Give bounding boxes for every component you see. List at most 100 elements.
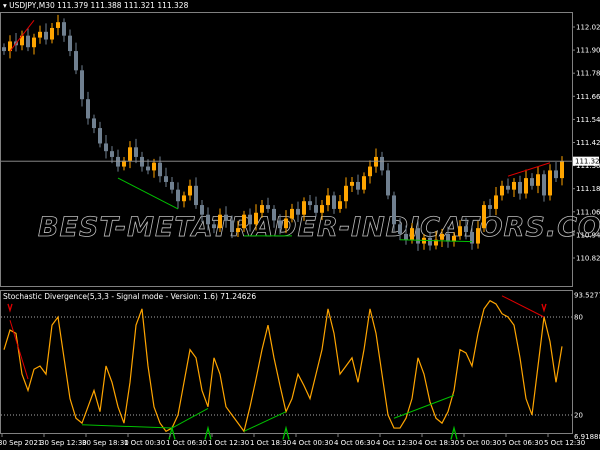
- candle-body: [362, 176, 366, 190]
- current-price-label: 111.328: [575, 158, 600, 166]
- indicator-title: Stochastic Divergence(5,3,3 - Signal mod…: [3, 292, 257, 301]
- candle-body: [494, 195, 498, 209]
- price-tick-label: 111.905: [576, 47, 600, 55]
- candle-body: [134, 147, 138, 157]
- candle-body: [482, 205, 486, 229]
- candle-body: [164, 176, 168, 182]
- price-tick-label: 111.665: [576, 93, 600, 101]
- candle-body: [314, 205, 318, 213]
- candle-body: [104, 143, 108, 152]
- candle-body: [440, 233, 444, 240]
- candle-body: [458, 226, 462, 236]
- candle-body: [284, 218, 288, 229]
- candle-body: [38, 31, 42, 38]
- candle-body: [278, 220, 282, 229]
- candle-body: [500, 185, 504, 196]
- candle-body: [218, 214, 222, 229]
- time-tick-label: 1 Oct 06:30: [166, 439, 207, 447]
- ohlc-values: 111.379 111.388 111.321 111.328: [57, 1, 189, 10]
- candle-body: [320, 205, 324, 213]
- candle-body: [302, 201, 306, 215]
- candle-body: [74, 51, 78, 71]
- candle-body: [404, 233, 408, 240]
- candle-body: [44, 31, 48, 40]
- time-tick-label: 1 Oct 12:30: [208, 439, 249, 447]
- candle-body: [374, 156, 378, 167]
- candle-body: [158, 162, 162, 177]
- candle-body: [68, 35, 72, 52]
- price-tick-label: 111.425: [576, 139, 600, 147]
- price-tick-label: 110.825: [576, 255, 600, 263]
- candle-body: [200, 205, 204, 215]
- candle-body: [110, 151, 114, 157]
- candle-body: [512, 181, 516, 190]
- stochastic-tick-label: 20: [574, 411, 583, 419]
- candle-body: [242, 214, 246, 229]
- time-tick-label: 4 Oct 00:30: [292, 439, 333, 447]
- price-divergence-lines: [9, 19, 551, 243]
- candle-body: [410, 228, 414, 240]
- candle-body: [140, 156, 144, 167]
- candle-body: [212, 224, 216, 229]
- chart-canvas[interactable]: BEST-METATRADER-INDICATORS.COM 112.025 11…: [0, 0, 600, 450]
- price-panel-border: [0, 12, 573, 287]
- time-tick-label: 5 Oct 00:30: [460, 439, 501, 447]
- candle-body: [62, 22, 66, 36]
- candle-body: [170, 181, 174, 190]
- candle-body: [122, 160, 126, 167]
- candle-body: [206, 214, 210, 225]
- candle-body: [296, 208, 300, 215]
- dropdown-triangle-icon[interactable]: ▾: [3, 1, 7, 10]
- candle-body: [326, 195, 330, 206]
- stochastic-divergence-line: [9, 320, 29, 380]
- candle-body: [530, 178, 534, 186]
- time-tick-label: 5 Oct 06:30: [502, 439, 543, 447]
- candle-body: [386, 170, 390, 196]
- candle-body: [248, 214, 252, 225]
- candle-body: [368, 166, 372, 177]
- stochastic-divergence-line: [501, 295, 545, 318]
- candle-body: [224, 214, 228, 221]
- candle-body: [548, 170, 552, 196]
- candle-body: [146, 166, 150, 171]
- time-tick-label: 4 Oct 12:30: [376, 439, 417, 447]
- watermark: BEST-METATRADER-INDICATORS.COM: [38, 212, 600, 243]
- stochastic-tick-label: 80: [574, 314, 583, 322]
- price-tick-label: 111.185: [576, 185, 600, 193]
- price-divergence-line: [117, 177, 179, 210]
- candle-body: [272, 208, 276, 221]
- price-tick-label: 111.785: [576, 70, 600, 78]
- candle-body: [506, 185, 510, 190]
- candle-body: [380, 156, 384, 171]
- time-tick-label: 4 Oct 06:30: [334, 439, 375, 447]
- candle-body: [254, 212, 258, 225]
- candle-body: [290, 208, 294, 219]
- candle-body: [86, 99, 90, 119]
- candle-body: [128, 147, 132, 161]
- price-tick-label: 110.945: [576, 231, 600, 239]
- price-tick-label: 112.025: [576, 24, 600, 32]
- time-axis: 30 Sep 202130 Sep 12:3030 Sep 18:301 Oct…: [0, 434, 585, 447]
- stochastic-panel: [1, 295, 572, 440]
- stochastic-tick-label: 93.52773: [574, 291, 600, 299]
- time-tick-label: 30 Sep 2021: [0, 439, 42, 447]
- stochastic-divergence-line: [81, 424, 173, 429]
- candle-body: [260, 205, 264, 213]
- stochastic-divergence-line: [171, 408, 209, 429]
- chart-header[interactable]: ▾ USDJPY,M30 111.379 111.388 111.321 111…: [3, 1, 188, 10]
- candle-body: [188, 185, 192, 196]
- candle-body: [464, 226, 468, 233]
- candle-body: [488, 205, 492, 209]
- candle-body: [32, 37, 36, 48]
- candle-body: [182, 195, 186, 202]
- candle-body: [116, 156, 120, 167]
- candle-body: [176, 189, 180, 202]
- candle-body: [518, 181, 522, 194]
- stochastic-axis: 93.5277380206.91888: [574, 291, 600, 440]
- time-tick-label: 1 Oct 18:30: [250, 439, 291, 447]
- candle-body: [50, 27, 54, 40]
- candle-body: [536, 174, 540, 186]
- price-tick-label: 111.065: [576, 208, 600, 216]
- bearish-arrow-icon: [7, 303, 13, 313]
- candle-body: [152, 162, 156, 171]
